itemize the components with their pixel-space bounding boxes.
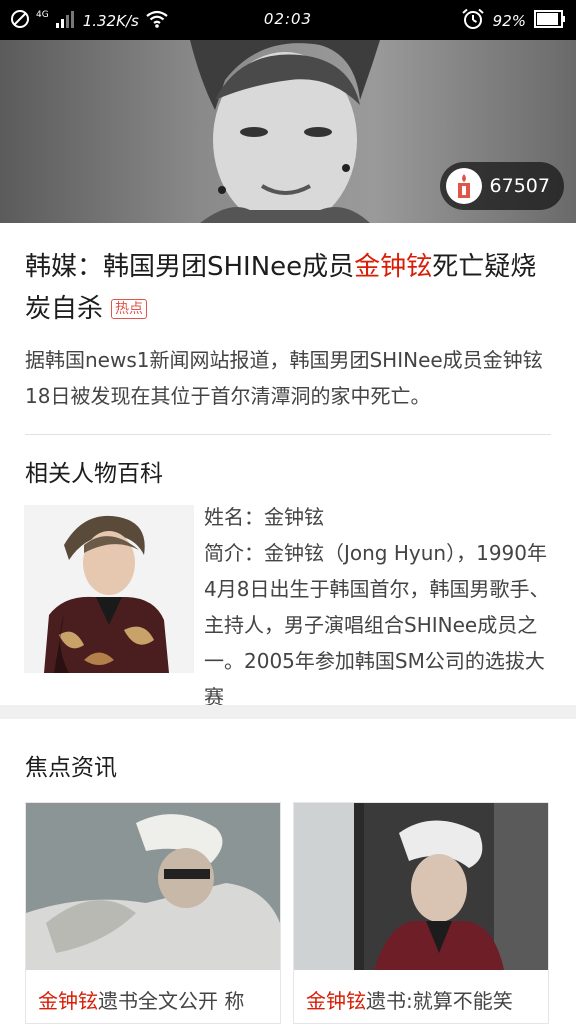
article[interactable]: 韩媒：韩国男团SHINee成员金钟铉死亡疑烧炭自杀 热点 据韩国news1新闻网站… [25, 246, 555, 414]
news-card-image [26, 803, 280, 970]
card-title-highlight: 金钟铉 [38, 989, 98, 1013]
status-right: 92% [461, 8, 566, 34]
focus-section-title: 焦点资讯 [25, 755, 117, 781]
person-photo[interactable] [24, 505, 194, 673]
status-bar: 4G 1.32K/s 02:03 92% [0, 0, 576, 40]
candle-count: 67507 [489, 175, 550, 197]
article-summary: 据韩国news1新闻网站报道，韩国男团SHINee成员金钟铉18日被发现在其位于… [25, 348, 543, 408]
person-info[interactable]: 姓名：金钟铉 简介：金钟铉（Jong Hyun），1990年4月8日出生于韩国首… [204, 499, 554, 715]
card-title-text: 遗书:就算不能笑 [366, 989, 513, 1013]
person-photo-illustration [24, 505, 194, 673]
alarm-icon [461, 8, 485, 34]
news-card[interactable]: 金钟铉遗书全文公开 称 [25, 802, 281, 1024]
candle-counter[interactable]: 67507 [439, 162, 564, 210]
section-separator [0, 705, 576, 719]
headline-highlight: 金钟铉 [354, 252, 433, 282]
candle-icon [445, 168, 482, 204]
news-card-title: 金钟铉遗书全文公开 称 [38, 985, 244, 1014]
card-title-text: 遗书全文公开 称 [98, 989, 245, 1013]
card-title-highlight: 金钟铉 [306, 989, 366, 1013]
battery-percent: 92% [492, 12, 526, 30]
news-card-title: 金钟铉遗书:就算不能笑 [306, 985, 513, 1014]
battery-icon [534, 10, 566, 32]
headline-text-1: 韩媒：韩国男团SHINee成员 [25, 252, 355, 282]
news-card[interactable]: 金钟铉遗书:就算不能笑 [293, 802, 549, 1024]
divider [25, 434, 551, 435]
news-card-image [294, 803, 548, 970]
hot-tag: 热点 [111, 299, 148, 319]
article-headline[interactable]: 韩媒：韩国男团SHINee成员金钟铉死亡疑烧炭自杀 热点 [25, 246, 555, 330]
person-name: 姓名：金钟铉 [204, 505, 324, 529]
person-bio: 简介：金钟铉（Jong Hyun），1990年4月8日出生于韩国首尔，韩国男歌手… [204, 541, 550, 709]
person-section-title: 相关人物百科 [25, 461, 163, 487]
hero-photo[interactable]: 67507 [0, 40, 576, 223]
